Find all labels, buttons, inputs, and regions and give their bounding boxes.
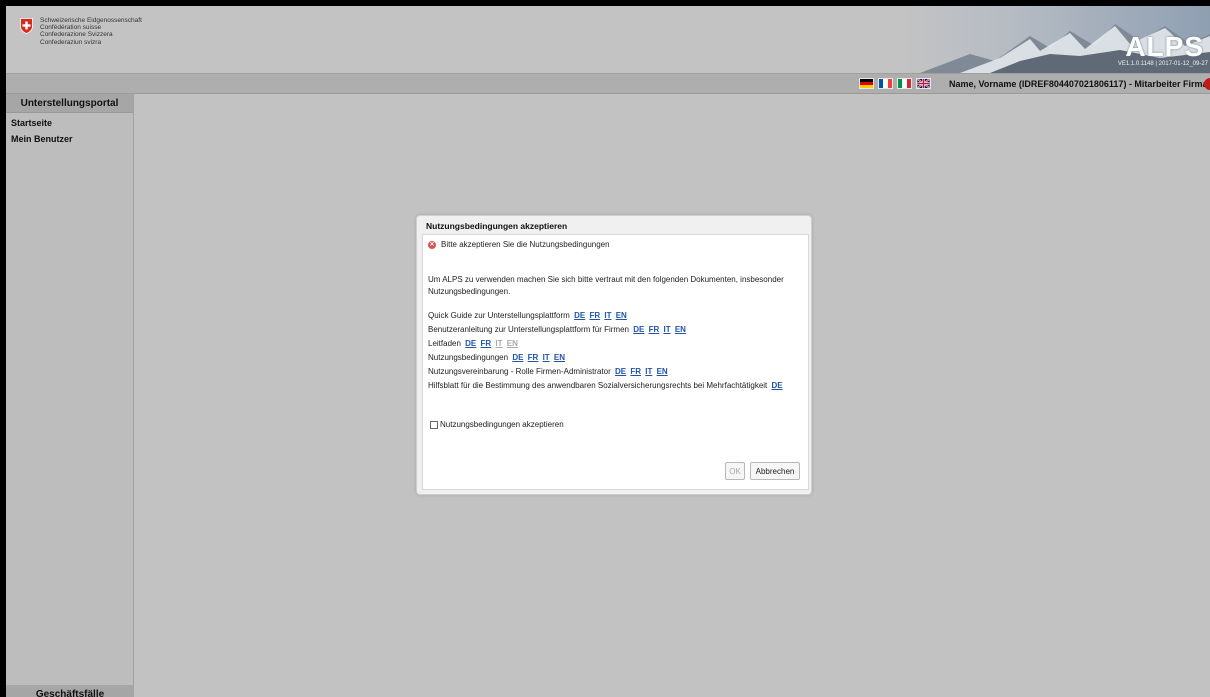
document-row: Nutzungsvereinbarung - Rolle Firmen-Admi… <box>428 365 818 379</box>
link-en[interactable]: EN <box>616 311 627 320</box>
intro-line: Um ALPS zu verwenden machen Sie sich bit… <box>428 275 784 284</box>
alps-banner: ALPS VE1.1.0.1148 | 2017-01-12_09-27 <box>900 6 1210 73</box>
sidebar-item-startseite[interactable]: Startseite <box>6 113 133 129</box>
dialog-title: Nutzungsbedingungen akzeptieren <box>426 221 568 231</box>
logout-icon[interactable] <box>1204 78 1210 90</box>
confed-line: Confederaziun svizra <box>40 38 102 46</box>
document-row: Leitfaden DE FR IT EN <box>428 337 818 351</box>
accept-terms-checkbox[interactable] <box>430 420 438 429</box>
document-row: Benutzeranleitung zur Unterstellungsplat… <box>428 323 818 337</box>
link-it[interactable]: IT <box>645 367 652 376</box>
intro-text: Um ALPS zu verwenden machen Sie sich bit… <box>428 274 818 298</box>
flag-it-icon[interactable] <box>897 78 912 89</box>
link-de[interactable]: DE <box>574 311 585 320</box>
app-logo: ALPS <box>1125 31 1204 62</box>
intro-line: Nutzungsbedingungen. <box>428 287 511 296</box>
document-row: Quick Guide zur Unterstellungsplattform … <box>428 309 818 323</box>
link-de[interactable]: DE <box>633 325 644 334</box>
document-label: Hilfsblatt für die Bestimmung des anwend… <box>428 381 768 390</box>
link-de[interactable]: DE <box>512 353 523 362</box>
accept-terms-row[interactable]: Nutzungsbedingungen akzeptieren <box>430 420 564 429</box>
document-label: Benutzeranleitung zur Unterstellungsplat… <box>428 325 629 334</box>
link-en[interactable]: EN <box>675 325 686 334</box>
link-fr[interactable]: FR <box>649 325 660 334</box>
document-label: Nutzungsvereinbarung - Rolle Firmen-Admi… <box>428 367 611 376</box>
document-label: Nutzungsbedingungen <box>428 353 509 362</box>
link-it[interactable]: IT <box>604 311 611 320</box>
flag-en-icon[interactable] <box>916 78 931 89</box>
dialog-body: ✕ Bitte akzeptieren Sie die Nutzungsbedi… <box>422 234 809 490</box>
error-message: ✕ Bitte akzeptieren Sie die Nutzungsbedi… <box>428 240 610 249</box>
link-en-disabled: EN <box>506 339 518 348</box>
document-label: Leitfaden <box>428 339 461 348</box>
confederation-text: Schweizerische Eidgenossenschaft Confédé… <box>40 17 142 46</box>
confed-line: Confédération suisse <box>40 24 102 32</box>
document-row: Nutzungsbedingungen DE FR IT EN <box>428 351 818 365</box>
link-de[interactable]: DE <box>772 381 783 390</box>
link-en[interactable]: EN <box>657 367 668 376</box>
header: Schweizerische Eidgenossenschaft Confédé… <box>6 6 1210 73</box>
language-switcher <box>859 78 931 89</box>
flag-de-icon[interactable] <box>859 78 874 89</box>
link-fr[interactable]: FR <box>528 353 539 362</box>
link-de[interactable]: DE <box>615 367 626 376</box>
terms-dialog: Nutzungsbedingungen akzeptieren ✕ Bitte … <box>416 215 812 495</box>
link-fr[interactable]: FR <box>589 311 600 320</box>
link-en[interactable]: EN <box>554 353 565 362</box>
document-list: Quick Guide zur Unterstellungsplattform … <box>428 309 818 393</box>
link-it-disabled: IT <box>495 339 503 348</box>
swiss-coat-of-arms-icon <box>20 18 33 34</box>
ok-button[interactable]: OK <box>725 462 745 480</box>
error-text: Bitte akzeptieren Sie die Nutzungsbeding… <box>441 240 610 249</box>
sidebar-section-geschaeftsfaelle[interactable]: Geschäftsfälle <box>6 685 134 697</box>
link-it[interactable]: IT <box>543 353 550 362</box>
link-fr[interactable]: FR <box>481 339 492 348</box>
sidebar-title[interactable]: Unterstellungsportal <box>6 94 133 113</box>
link-fr[interactable]: FR <box>630 367 641 376</box>
document-row: Hilfsblatt für die Bestimmung des anwend… <box>428 379 818 393</box>
link-de[interactable]: DE <box>465 339 476 348</box>
top-bar: Name, Vorname (IDREF804407021806117) - M… <box>6 73 1210 94</box>
accept-terms-label[interactable]: Nutzungsbedingungen akzeptieren <box>440 420 564 429</box>
sidebar: Unterstellungsportal Startseite Mein Ben… <box>6 94 134 697</box>
user-name[interactable]: Name, Vorname (IDREF804407021806117) - M… <box>949 79 1207 89</box>
flag-fr-icon[interactable] <box>878 78 893 89</box>
error-icon: ✕ <box>428 240 436 249</box>
app-window: Schweizerische Eidgenossenschaft Confédé… <box>6 6 1210 697</box>
confed-line: Schweizerische Eidgenossenschaft <box>40 17 142 24</box>
cancel-button[interactable]: Abbrechen <box>750 462 800 480</box>
link-it[interactable]: IT <box>663 325 670 334</box>
version-label: VE1.1.0.1148 | 2017-01-12_09-27 <box>1117 61 1208 67</box>
sidebar-item-mein-benutzer[interactable]: Mein Benutzer <box>6 129 133 145</box>
confed-line: Confederazione Svizzera <box>40 31 113 39</box>
document-label: Quick Guide zur Unterstellungsplattform <box>428 311 570 320</box>
